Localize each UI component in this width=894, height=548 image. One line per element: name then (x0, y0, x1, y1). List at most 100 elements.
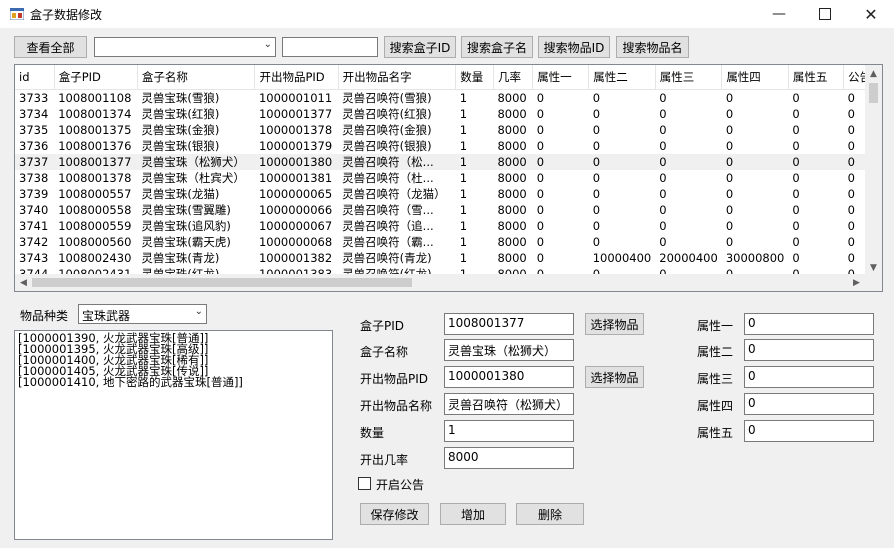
scroll-up-icon[interactable]: ▲ (865, 65, 882, 82)
scroll-left-icon[interactable]: ◀ (15, 274, 32, 291)
table-cell: 0 (588, 154, 656, 170)
table-row[interactable]: 3743 1008002430 灵兽宝珠(青龙) 1000001382 灵兽召唤符(青龙… (15, 250, 882, 266)
table-row[interactable]: 3735 1008001375 灵兽宝珠(金狼) 1000001378 灵兽召唤符(金狼… (15, 122, 882, 138)
horizontal-scroll-thumb[interactable] (32, 278, 412, 287)
table-row[interactable]: 3733 1008001108 灵兽宝珠(雪狼) 1000001011 灵兽召唤符(雪狼… (15, 90, 882, 107)
attr5-input[interactable]: 0 (744, 420, 874, 442)
table-cell: 0 (725, 203, 734, 217)
box-pid-input[interactable]: 1008001377 (444, 313, 574, 335)
grid-column-header[interactable]: 盒子PID (54, 65, 138, 90)
grid-column-header[interactable]: 几率 (493, 65, 534, 90)
grid-column-header[interactable]: 属性一 (532, 65, 590, 90)
table-cell: 0 (592, 107, 601, 121)
save-button[interactable]: 保存修改 (360, 503, 429, 525)
quantity-label: 数量 (360, 426, 385, 440)
rate-input[interactable]: 8000 (444, 447, 574, 469)
table-cell: 灵兽宝珠(霸天虎) (141, 235, 231, 249)
table-cell: 1000001378 (258, 123, 333, 137)
rate-label: 开出几率 (360, 453, 409, 467)
grid-column-header[interactable]: 数量 (455, 65, 494, 90)
table-cell: 0 (792, 91, 800, 105)
table-cell: 0 (532, 154, 589, 170)
table-cell: 1 (455, 154, 494, 170)
add-button[interactable]: 增加 (440, 503, 506, 525)
close-icon: ✕ (864, 4, 878, 24)
grid-vertical-scrollbar[interactable]: ▲ ▼ (865, 65, 882, 276)
table-cell: 1 (459, 91, 468, 105)
select-output-item-button[interactable]: 选择物品 (585, 366, 644, 388)
title-bar: 盒子数据修改 — ✕ (0, 0, 894, 28)
attr1-input[interactable]: 0 (744, 313, 874, 335)
table-cell: 3735 (19, 123, 49, 137)
view-all-button[interactable]: 查看全部 (14, 36, 87, 58)
item-pid-label: 开出物品PID (360, 372, 429, 386)
scroll-right-icon[interactable]: ▶ (848, 274, 865, 291)
table-cell: 1008001108 (58, 91, 132, 105)
table-row[interactable]: 3736 1008001376 灵兽宝珠(银狼) 1000001379 灵兽召唤符(银狼… (15, 138, 882, 154)
item-pid-input[interactable]: 1000001380 (444, 366, 574, 388)
table-cell: 0 (792, 171, 800, 185)
grid-column-header[interactable]: 开出物品名字 (338, 65, 457, 90)
maximize-button[interactable] (802, 0, 848, 28)
table-row[interactable]: 3741 1008000559 灵兽宝珠(追风豹) 1000000067 灵兽召唤符（追… (15, 218, 882, 234)
table-cell: 0 (725, 123, 734, 137)
table-cell: 8000 (497, 171, 527, 185)
delete-button[interactable]: 删除 (516, 503, 584, 525)
item-name-input[interactable]: 灵兽召唤符（松狮犬） (444, 393, 574, 415)
announce-checkbox[interactable] (358, 477, 371, 490)
table-cell: 0 (536, 91, 545, 105)
table-row[interactable]: 3734 1008001374 灵兽宝珠(红狼) 1000001377 灵兽召唤符(红狼… (15, 106, 882, 122)
grid-horizontal-scrollbar[interactable]: ◀ ▶ (15, 274, 882, 291)
table-row[interactable]: 3738 1008001378 灵兽宝珠（杜宾犬） 1000001381 灵兽召唤符（杜… (15, 170, 882, 186)
attr3-input[interactable]: 0 (744, 366, 874, 388)
table-cell: 1 (459, 203, 468, 217)
table-cell: 0 (725, 139, 734, 153)
vertical-scroll-thumb[interactable] (869, 83, 878, 103)
grid-column-header[interactable]: 属性二 (588, 65, 656, 90)
select-box-item-button[interactable]: 选择物品 (585, 313, 644, 335)
table-cell: 0 (659, 123, 667, 137)
table-cell: 10000400 (592, 251, 652, 265)
table-cell: 1 (459, 171, 468, 185)
table-cell: 1000001382 (258, 251, 333, 265)
category-combo[interactable]: 宝珠武器 ⌄ (78, 304, 207, 324)
list-item[interactable]: [1000001410, 地下密路的武器宝珠[普通]] (18, 376, 329, 388)
grid-column-header[interactable]: 属性四 (721, 65, 789, 90)
table-cell: 0 (792, 203, 800, 217)
item-listbox[interactable]: [1000001390, 火龙武器宝珠[普通]] [1000001395, 火龙武… (14, 330, 333, 540)
table-cell: 0 (792, 139, 800, 153)
table-cell: 1 (459, 123, 468, 137)
table-cell: 0 (659, 187, 667, 201)
search-box-id-button[interactable]: 搜索盒子ID (384, 36, 456, 58)
table-cell: 0 (592, 187, 601, 201)
table-row[interactable]: 3737 1008001377 灵兽宝珠（松狮犬） 1000001380 灵兽召唤符（松… (15, 154, 882, 170)
grid-column-header[interactable]: 属性三 (655, 65, 723, 90)
table-row[interactable]: 3739 1008000557 灵兽宝珠(龙猫) 1000000065 灵兽召唤符（龙猫… (15, 186, 882, 202)
close-button[interactable]: ✕ (848, 0, 894, 28)
box-data-grid[interactable]: id 盒子PID 盒子名称 开出物品PID 开出物品名字 数量 几率 属性一 属性二 属性三 属性四… (14, 64, 883, 292)
table-cell: 0 (659, 219, 667, 233)
search-input[interactable] (282, 37, 378, 57)
attr2-input[interactable]: 0 (744, 339, 874, 361)
search-item-id-button[interactable]: 搜索物品ID (538, 36, 610, 58)
minimize-button[interactable]: — (756, 0, 802, 28)
attr4-input[interactable]: 0 (744, 393, 874, 415)
table-cell: 1000000067 (258, 219, 333, 233)
table-cell: 0 (792, 235, 800, 249)
box-name-input[interactable]: 灵兽宝珠（松狮犬） (444, 339, 574, 361)
grid-column-header[interactable]: 属性五 (788, 65, 845, 90)
quantity-input[interactable]: 1 (444, 420, 574, 442)
search-box-name-button[interactable]: 搜索盒子名 (461, 36, 533, 58)
search-item-name-button[interactable]: 搜索物品名 (616, 36, 689, 58)
grid-column-header[interactable]: id (15, 65, 55, 90)
table-cell: 0 (792, 107, 800, 121)
table-cell: 灵兽宝珠(青龙) (141, 251, 220, 265)
table-cell: 0 (725, 187, 734, 201)
table-row[interactable]: 3742 1008000560 灵兽宝珠(霸天虎) 1000000068 灵兽召唤符（霸… (15, 234, 882, 250)
table-row[interactable]: 3740 1008000558 灵兽宝珠(雪翼雕) 1000000066 灵兽召唤符（雪… (15, 202, 882, 218)
table-cell: 3742 (19, 235, 49, 249)
table-cell: 8000 (497, 235, 527, 249)
search-field-combo[interactable]: ⌄ (94, 37, 276, 57)
grid-column-header[interactable]: 盒子名称 (137, 65, 256, 90)
grid-column-header[interactable]: 开出物品PID (254, 65, 339, 90)
